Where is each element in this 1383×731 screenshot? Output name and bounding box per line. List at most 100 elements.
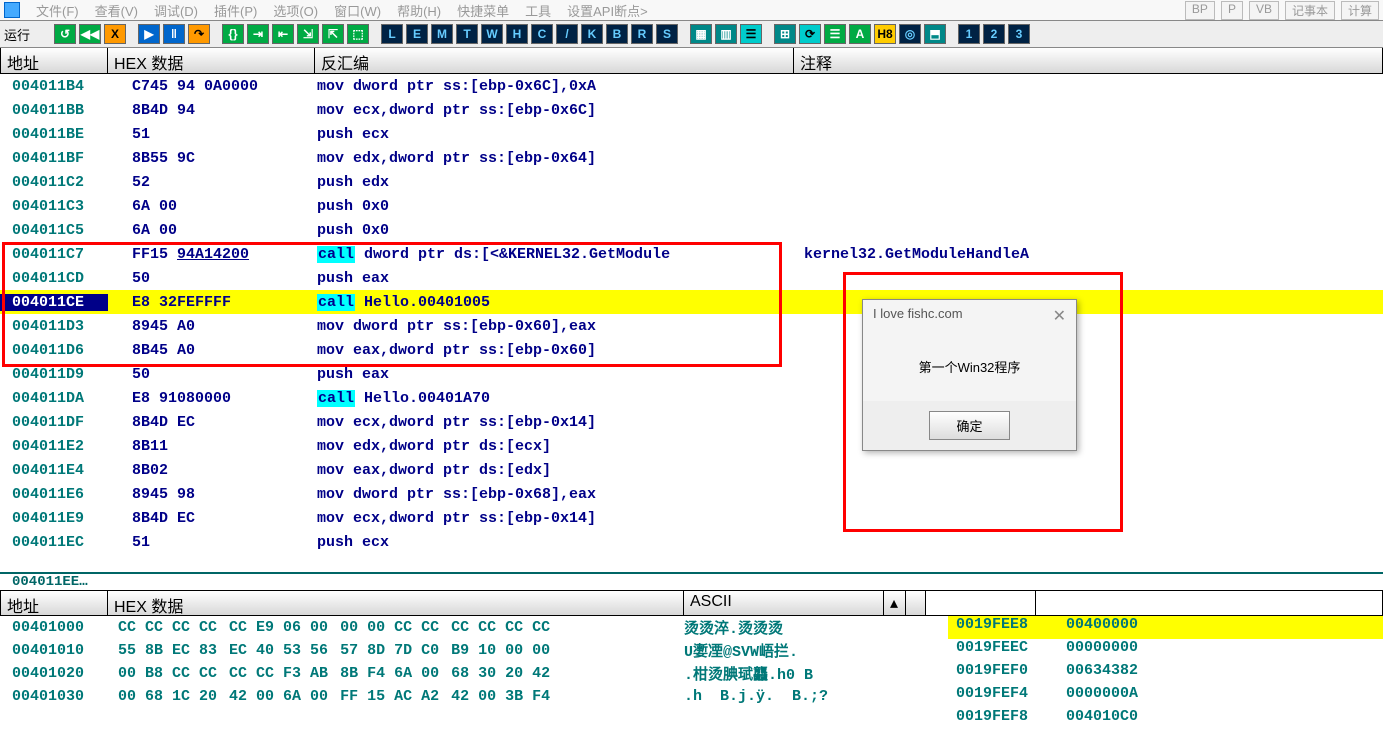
disasm-row[interactable]: 004011E9 8B4D EC mov ecx,dword ptr ss:[e… — [0, 506, 1383, 530]
stack-row[interactable]: 0019FEEC 00000000 — [948, 639, 1383, 662]
disasm-row[interactable]: 004011D3 8945 A0 mov dword ptr ss:[ebp-0… — [0, 314, 1383, 338]
disasm-overflow: 004011EE… — [0, 574, 1383, 590]
disasm-row[interactable]: 004011C7 FF15 94A14200 call dword ptr ds… — [0, 242, 1383, 266]
menu-item[interactable]: 工具 — [525, 4, 551, 19]
toolbar-button[interactable]: R — [631, 24, 653, 44]
address-cell: 004011D6 — [0, 342, 108, 359]
disasm-row[interactable]: 004011E4 8B02 mov eax,dword ptr ds:[edx] — [0, 458, 1383, 482]
disasm-row[interactable]: 004011D6 8B45 A0 mov eax,dword ptr ss:[e… — [0, 338, 1383, 362]
menu-item[interactable]: 快捷菜单 — [457, 4, 509, 19]
disasm-row[interactable]: 004011C3 6A 00 push 0x0 — [0, 194, 1383, 218]
disassembly-pane[interactable]: 004011B4 C745 94 0A0000 mov dword ptr ss… — [0, 74, 1383, 574]
toolbar-button[interactable]: L — [381, 24, 403, 44]
toolbar-button[interactable]: E — [406, 24, 428, 44]
menu-item[interactable]: 调试(D) — [154, 4, 198, 19]
toolbar-button[interactable]: ⇲ — [297, 24, 319, 44]
toolbar-button[interactable]: ⬒ — [924, 24, 946, 44]
toolbar-button[interactable]: T — [456, 24, 478, 44]
disasm-row[interactable]: 004011B4 C745 94 0A0000 mov dword ptr ss… — [0, 74, 1383, 98]
dump-col-ascii[interactable]: ASCII — [684, 591, 884, 615]
dump-row[interactable]: 00401010 55 8B EC 83EC 40 53 5657 8D 7D … — [0, 639, 906, 662]
toolbar-button[interactable]: 3 — [1008, 24, 1030, 44]
toolbar-button[interactable]: ◀◀ — [79, 24, 101, 44]
dump-col-hex[interactable]: HEX 数据 — [108, 591, 684, 615]
menu-right-button[interactable]: P — [1221, 1, 1243, 20]
menu-item[interactable]: 文件(F) — [36, 4, 79, 19]
disasm-cell: mov edx,dword ptr ds:[ecx] — [315, 438, 794, 455]
toolbar-button[interactable]: ▥ — [715, 24, 737, 44]
disasm-row[interactable]: 004011C5 6A 00 push 0x0 — [0, 218, 1383, 242]
disasm-row[interactable]: 004011BE 51 push ecx — [0, 122, 1383, 146]
menu-item[interactable]: 插件(P) — [214, 4, 257, 19]
menu-item[interactable]: 窗口(W) — [334, 4, 381, 19]
toolbar-button[interactable]: K — [581, 24, 603, 44]
address-cell: 004011C3 — [0, 198, 108, 215]
message-box-dialog[interactable]: I love fishc.com ✕ 第一个Win32程序 确定 — [862, 299, 1077, 451]
disasm-row[interactable]: 004011EC 51 push ecx — [0, 530, 1383, 554]
toolbar-button[interactable]: W — [481, 24, 503, 44]
menu-right-button[interactable]: BP — [1185, 1, 1215, 20]
toolbar-button[interactable]: ▦ — [690, 24, 712, 44]
toolbar-button[interactable]: ☰ — [824, 24, 846, 44]
dump-col-address[interactable]: 地址 — [0, 591, 108, 615]
col-header-hex[interactable]: HEX 数据 — [108, 48, 315, 73]
dump-scrollbar-up[interactable]: ▴ — [884, 591, 906, 615]
toolbar-button[interactable]: ⊞ — [774, 24, 796, 44]
menu-item[interactable]: 查看(V) — [95, 4, 138, 19]
toolbar-button[interactable]: ⇤ — [272, 24, 294, 44]
toolbar-button[interactable]: A — [849, 24, 871, 44]
toolbar-button[interactable]: {} — [222, 24, 244, 44]
stack-row[interactable]: 0019FEF8 004010C0 — [948, 708, 1383, 731]
toolbar-button[interactable]: H — [506, 24, 528, 44]
menu-item[interactable]: 设置API断点> — [567, 4, 648, 19]
stack-row[interactable]: 0019FEF0 00634382 — [948, 662, 1383, 685]
stack-col-value[interactable] — [1036, 591, 1383, 615]
toolbar-button[interactable]: ⟳ — [799, 24, 821, 44]
toolbar-button[interactable]: 1 — [958, 24, 980, 44]
toolbar-button[interactable]: S — [656, 24, 678, 44]
col-header-disasm[interactable]: 反汇编 — [315, 48, 794, 73]
stack-row[interactable]: 0019FEF4 0000000A — [948, 685, 1383, 708]
toolbar-button[interactable]: C — [531, 24, 553, 44]
toolbar-button[interactable]: ⇱ — [322, 24, 344, 44]
toolbar-button[interactable]: / — [556, 24, 578, 44]
disasm-row[interactable]: 004011DA E8 91080000 call Hello.00401A70 — [0, 386, 1383, 410]
disasm-row[interactable]: 004011CD 50 push eax — [0, 266, 1383, 290]
ok-button[interactable]: 确定 — [929, 411, 1009, 440]
menu-right-button[interactable]: 计算 — [1341, 1, 1379, 20]
toolbar-button[interactable]: ⬚ — [347, 24, 369, 44]
toolbar-button[interactable]: ↺ — [54, 24, 76, 44]
toolbar-button[interactable]: ☰ — [740, 24, 762, 44]
dump-row[interactable]: 00401030 00 68 1C 2042 00 6A 00FF 15 AC … — [0, 685, 906, 708]
toolbar-button[interactable]: ↷ — [188, 24, 210, 44]
disasm-cell: mov edx,dword ptr ss:[ebp-0x64] — [315, 150, 794, 167]
dump-row[interactable]: 00401000 CC CC CC CCCC E9 06 0000 00 CC … — [0, 616, 906, 639]
col-header-address[interactable]: 地址 — [0, 48, 108, 73]
disasm-row[interactable]: 004011C2 52 push edx — [0, 170, 1383, 194]
toolbar-button[interactable]: ⇥ — [247, 24, 269, 44]
toolbar-button[interactable]: ▶ — [138, 24, 160, 44]
toolbar-button[interactable]: H8 — [874, 24, 896, 44]
close-icon[interactable]: ✕ — [1053, 306, 1066, 326]
disasm-row[interactable]: 004011CE E8 32FEFFFF call Hello.00401005 — [0, 290, 1383, 314]
menu-right-button[interactable]: VB — [1249, 1, 1279, 20]
stack-col-address[interactable] — [926, 591, 1036, 615]
toolbar-button[interactable]: X — [104, 24, 126, 44]
toolbar-button[interactable]: 2 — [983, 24, 1005, 44]
toolbar-button[interactable]: ◎ — [899, 24, 921, 44]
dump-row[interactable]: 00401020 00 B8 CC CCCC CC F3 AB8B F4 6A … — [0, 662, 906, 685]
disasm-row[interactable]: 004011E6 8945 98 mov dword ptr ss:[ebp-0… — [0, 482, 1383, 506]
toolbar-button[interactable]: B — [606, 24, 628, 44]
disasm-row[interactable]: 004011E2 8B11 mov edx,dword ptr ds:[ecx] — [0, 434, 1383, 458]
menu-right-button[interactable]: 记事本 — [1285, 1, 1335, 20]
menu-item[interactable]: 选项(O) — [273, 4, 318, 19]
disasm-row[interactable]: 004011BF 8B55 9C mov edx,dword ptr ss:[e… — [0, 146, 1383, 170]
disasm-row[interactable]: 004011D9 50 push eax — [0, 362, 1383, 386]
disasm-row[interactable]: 004011DF 8B4D EC mov ecx,dword ptr ss:[e… — [0, 410, 1383, 434]
stack-row[interactable]: 0019FEE8 00400000 — [948, 616, 1383, 639]
toolbar-button[interactable]: ‖ — [163, 24, 185, 44]
disasm-row[interactable]: 004011BB 8B4D 94 mov ecx,dword ptr ss:[e… — [0, 98, 1383, 122]
toolbar-button[interactable]: M — [431, 24, 453, 44]
menu-item[interactable]: 帮助(H) — [397, 4, 441, 19]
col-header-comment[interactable]: 注释 — [794, 48, 1383, 73]
